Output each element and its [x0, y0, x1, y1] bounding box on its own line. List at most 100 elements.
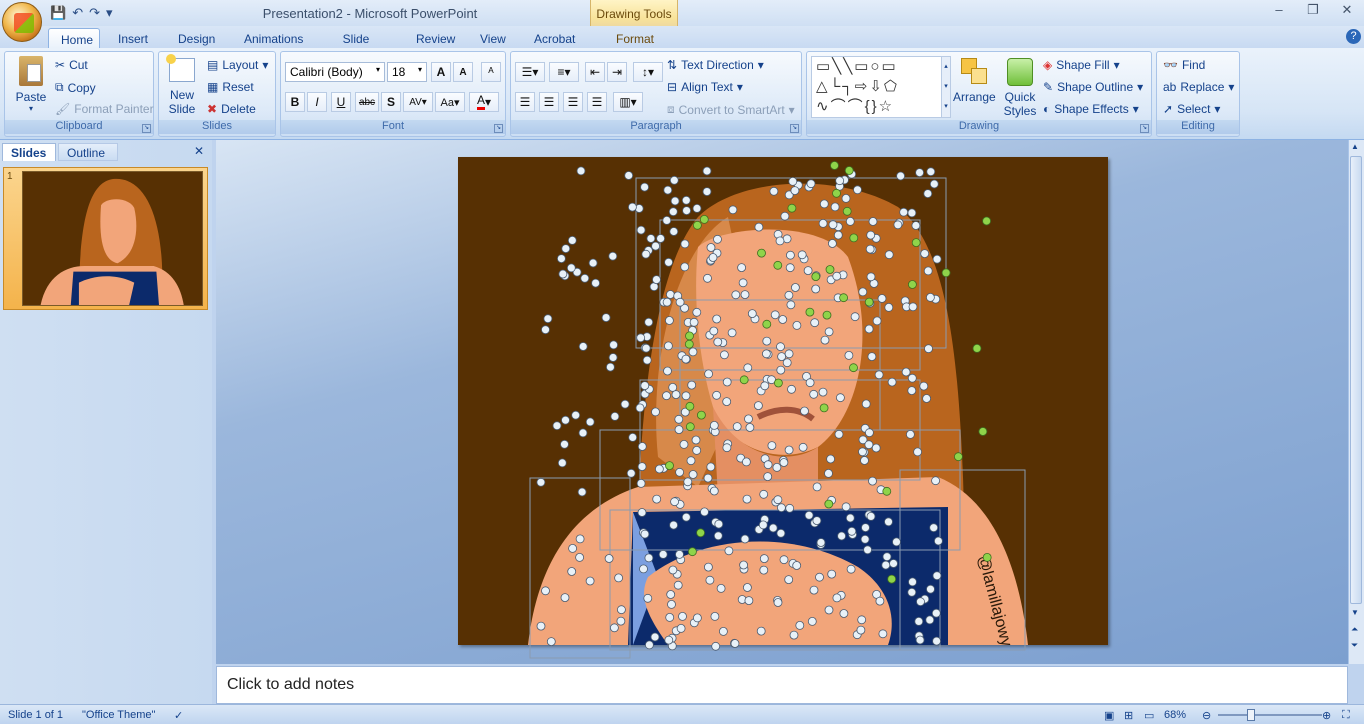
- shape-effects-button[interactable]: ◐ Shape Effects ▾: [1043, 102, 1139, 116]
- thumbnail-artwork: [40, 178, 184, 305]
- font-group: Calibri (Body) ▾ 18 ▾ A A ᴬ B I U abc S AV…: [280, 51, 506, 137]
- font-color-icon[interactable]: A ▾: [469, 92, 499, 112]
- font-name-combo[interactable]: Calibri (Body) ▾: [285, 62, 385, 82]
- tab-view[interactable]: View: [468, 28, 512, 48]
- tab-slides[interactable]: Slides: [2, 143, 56, 161]
- tab-format[interactable]: Format: [604, 28, 664, 48]
- next-slide-icon[interactable]: ⏷: [1351, 640, 1358, 651]
- underline-icon[interactable]: U: [331, 92, 351, 112]
- tab-slide-show[interactable]: Slide Show: [318, 28, 394, 60]
- strikethrough-icon[interactable]: abc: [355, 92, 379, 112]
- paragraph-launcher-icon[interactable]: ↘: [790, 124, 799, 133]
- line-spacing-icon[interactable]: ↕▾: [633, 62, 663, 82]
- previous-slide-icon[interactable]: ⏶: [1351, 624, 1358, 635]
- save-icon[interactable]: 💾: [50, 5, 66, 21]
- zoom-level[interactable]: 68%: [1164, 709, 1186, 721]
- find-button[interactable]: 👓 Find: [1163, 58, 1205, 72]
- align-right-icon[interactable]: ☰: [563, 92, 583, 112]
- customize-qat-icon[interactable]: ▾: [106, 5, 113, 21]
- redo-icon[interactable]: ↷: [89, 5, 100, 21]
- change-case-icon[interactable]: Aa▾: [435, 92, 465, 112]
- layout-button[interactable]: ▤ Layout ▾: [207, 58, 268, 72]
- character-spacing-icon[interactable]: AV▾: [403, 92, 433, 112]
- reset-button[interactable]: ▦ Reset: [207, 80, 254, 94]
- shape-outline-button[interactable]: ✎ Shape Outline ▾: [1043, 80, 1143, 94]
- shrink-font-icon[interactable]: A: [453, 62, 473, 82]
- fit-to-window-icon[interactable]: ⛶: [1342, 709, 1350, 722]
- drawing-launcher-icon[interactable]: ↘: [1140, 124, 1149, 133]
- zoom-out-icon[interactable]: ⊖: [1202, 709, 1211, 722]
- close-icon[interactable]: ✕: [1332, 2, 1362, 22]
- restore-icon[interactable]: ❐: [1298, 2, 1328, 22]
- scroll-thumb[interactable]: [1350, 156, 1362, 604]
- title-bar: Presentation2 - Microsoft PowerPoint – ❐…: [0, 0, 1364, 26]
- zoom-slider[interactable]: [1218, 714, 1322, 716]
- decrease-indent-icon[interactable]: ⇤: [585, 62, 605, 82]
- italic-icon[interactable]: I: [307, 92, 327, 112]
- slide-canvas[interactable]: @lamillajowy: [458, 157, 1108, 645]
- slide-thumbnail[interactable]: [22, 171, 203, 306]
- align-center-icon[interactable]: ☰: [539, 92, 559, 112]
- slide-show-view-icon[interactable]: ▭: [1144, 709, 1154, 722]
- shapes-more-icon[interactable]: ▴ ▾ ▾: [941, 56, 951, 118]
- numbering-icon[interactable]: ≡▾: [549, 62, 579, 82]
- theme-name[interactable]: "Office Theme": [82, 709, 155, 721]
- drawing-group: ▭╲╲▭○▭ △└┐⇨⇩⬠ ∿⌒⌒{}☆ ▴ ▾ ▾ Arrange Quick S…: [806, 51, 1152, 137]
- font-launcher-icon[interactable]: ↘: [494, 124, 503, 133]
- delete-icon: ✖: [207, 102, 218, 116]
- paste-button[interactable]: Paste ▾: [11, 56, 51, 114]
- format-painter-button[interactable]: 🖌 Format Painter: [55, 102, 154, 116]
- normal-view-icon[interactable]: ▣: [1104, 709, 1114, 722]
- quick-styles-button[interactable]: Quick Styles: [999, 56, 1041, 122]
- convert-smartart-button[interactable]: ⧈ Convert to SmartArt ▾: [667, 102, 795, 117]
- shadow-icon[interactable]: S: [381, 92, 401, 112]
- status-bar: Slide 1 of 1 "Office Theme" ✓ ▣ ⊞ ▭ 68% …: [0, 704, 1364, 724]
- zoom-slider-thumb[interactable]: [1247, 709, 1255, 721]
- cut-button[interactable]: ✂ Cut: [55, 58, 88, 72]
- tab-outline[interactable]: Outline: [58, 143, 118, 161]
- scroll-up-icon[interactable]: ▲: [1351, 142, 1359, 151]
- notes-pane[interactable]: Click to add notes: [216, 666, 1348, 704]
- new-slide-button[interactable]: New Slide: [163, 54, 201, 118]
- tab-review[interactable]: Review: [404, 28, 460, 48]
- text-direction-icon: ⇅: [667, 58, 678, 72]
- align-text-button[interactable]: ⊟ Align Text ▾: [667, 80, 743, 94]
- drawing-group-label: Drawing: [807, 120, 1151, 134]
- help-icon[interactable]: ?: [1346, 29, 1361, 44]
- arrange-button[interactable]: Arrange: [953, 56, 996, 118]
- vertical-scrollbar[interactable]: ▲ ▼ ⏶ ⏷: [1348, 140, 1364, 664]
- grow-font-icon[interactable]: A: [431, 62, 451, 82]
- increase-indent-icon[interactable]: ⇥: [607, 62, 627, 82]
- columns-icon[interactable]: ▥▾: [613, 92, 643, 112]
- pen-icon: ✎: [1043, 80, 1054, 94]
- tab-insert[interactable]: Insert: [106, 28, 156, 48]
- clipboard-launcher-icon[interactable]: ↘: [142, 124, 151, 133]
- slide-sorter-icon[interactable]: ⊞: [1124, 709, 1133, 722]
- scroll-down-icon[interactable]: ▼: [1351, 608, 1359, 617]
- shape-fill-button[interactable]: ◈ Shape Fill ▾: [1043, 58, 1120, 72]
- shapes-gallery[interactable]: ▭╲╲▭○▭ △└┐⇨⇩⬠ ∿⌒⌒{}☆: [811, 56, 943, 118]
- office-button[interactable]: [2, 2, 42, 42]
- zoom-in-icon[interactable]: ⊕: [1322, 709, 1331, 722]
- tab-home[interactable]: Home: [48, 28, 100, 48]
- align-left-icon[interactable]: ☰: [515, 92, 535, 112]
- tab-acrobat[interactable]: Acrobat: [522, 28, 584, 48]
- replace-button[interactable]: ab Replace ▾: [1163, 80, 1234, 94]
- minimize-icon[interactable]: –: [1264, 2, 1294, 22]
- spell-check-icon[interactable]: ✓: [174, 709, 183, 722]
- font-size-combo[interactable]: 18 ▾: [387, 62, 427, 82]
- bold-icon[interactable]: B: [285, 92, 305, 112]
- text-direction-button[interactable]: ⇅ Text Direction ▾: [667, 58, 764, 72]
- tab-design[interactable]: Design: [166, 28, 222, 48]
- bullets-icon[interactable]: ☰▾: [515, 62, 545, 82]
- delete-button[interactable]: ✖ Delete: [207, 102, 256, 116]
- clear-formatting-icon[interactable]: ᴬ: [481, 62, 501, 82]
- tab-animations[interactable]: Animations: [232, 28, 308, 48]
- close-panel-icon[interactable]: ✕: [194, 144, 204, 158]
- select-button[interactable]: ➚ Select ▾: [1163, 102, 1220, 116]
- scissors-icon: ✂: [55, 58, 66, 72]
- undo-icon[interactable]: ↶: [72, 5, 83, 21]
- replace-icon: ab: [1163, 80, 1177, 94]
- copy-button[interactable]: ⧉ Copy: [55, 80, 96, 95]
- justify-icon[interactable]: ☰: [587, 92, 607, 112]
